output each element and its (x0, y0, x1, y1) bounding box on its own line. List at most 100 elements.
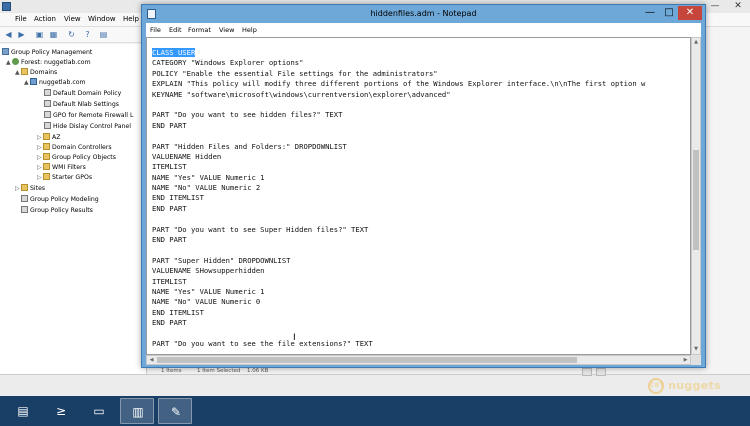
tree-node-gp-results[interactable]: Group Policy Results (15, 206, 93, 216)
menu-view[interactable]: View (219, 26, 234, 34)
tree-node-sites[interactable]: ▷ Sites (15, 184, 45, 194)
mmc-minimize-icon[interactable]: — (707, 0, 723, 12)
mmc-app-icon (2, 2, 11, 11)
tree-node-domains[interactable]: ▲ Domains (15, 68, 57, 78)
text-cursor-icon: I (293, 333, 296, 343)
taskbar-file-explorer[interactable]: ▭ (82, 398, 116, 424)
show-tree-icon[interactable]: ▦ (48, 30, 59, 40)
up-folder-icon[interactable]: ▣ (34, 30, 45, 40)
tree-node-default-domain-policy[interactable]: Default Domain Policy (44, 89, 121, 99)
mmc-menu-window[interactable]: Window (88, 15, 116, 23)
forest-icon (12, 58, 19, 65)
tree-node-gpm[interactable]: Group Policy Management (2, 48, 92, 58)
scroll-left-icon[interactable]: ◀ (147, 356, 156, 364)
back-arrow-icon[interactable]: ◀ (3, 30, 14, 40)
text-line: NAME "Yes" VALUE Numeric 1 (152, 286, 265, 296)
scroll-right-icon[interactable]: ▶ (681, 356, 690, 364)
console-tree: Group Policy Management ▲ Forest: nuggetl… (0, 44, 147, 374)
tree-node-label: Group Policy Modeling (30, 196, 99, 203)
gpo-link-icon (44, 100, 51, 107)
properties-icon[interactable]: ▤ (98, 30, 109, 40)
folder-icon (43, 143, 50, 150)
notepad-text-area[interactable]: CLASS USER CATEGORY "Windows Explorer opt… (146, 37, 691, 355)
text-line: VALUENAME SHowsupperhidden (152, 266, 265, 276)
tree-node-label: Domains (30, 69, 58, 76)
selected-size-text: 1.06 KB (247, 368, 269, 374)
group-policy-icon: ▥ (132, 405, 144, 419)
tree-node-nuggetlab[interactable]: ▲ nuggetlab.com (24, 78, 86, 88)
server-manager-icon: ▤ (17, 404, 29, 418)
text-line: KEYNAME "software\microsoft\windows\curr… (152, 89, 451, 99)
view-toggle-button[interactable] (582, 368, 592, 376)
menu-help[interactable]: Help (242, 26, 257, 34)
tree-node-gpo-remote-firewall[interactable]: GPO for Remote Firewall L (44, 111, 133, 121)
refresh-icon[interactable]: ↻ (66, 30, 77, 40)
notepad-icon: ✎ (170, 405, 182, 419)
vertical-scroll-thumb[interactable] (693, 150, 699, 250)
mmc-menu-view[interactable]: View (64, 15, 81, 23)
folder-icon (21, 184, 28, 191)
help-icon[interactable]: ? (82, 30, 93, 40)
text-line: END PART (152, 120, 187, 130)
tree-node-starter-gpos[interactable]: ▷ Starter GPOs (37, 173, 92, 183)
tree-node-az[interactable]: ▷ AZ (37, 133, 60, 143)
tree-node-label: nuggetlab.com (39, 79, 86, 86)
close-icon[interactable]: ✕ (678, 6, 702, 20)
tree-node-hide-display-cp[interactable]: Hide Dislay Control Panel (44, 122, 131, 132)
view-toggle-button[interactable] (596, 368, 606, 376)
horizontal-scrollbar[interactable]: ◀ ▶ (146, 355, 691, 365)
mmc-status-bar (0, 374, 750, 396)
menu-file[interactable]: File (150, 26, 161, 34)
maximize-icon[interactable]: □ (660, 6, 678, 20)
menu-edit[interactable]: Edit (169, 26, 182, 34)
vertical-scrollbar[interactable]: ▲ ▼ (691, 37, 701, 355)
tree-node-label: Hide Dislay Control Panel (53, 123, 131, 130)
domain-icon (30, 78, 37, 85)
folder-icon (43, 153, 50, 160)
text-line: POLICY "Enable the essential File settin… (152, 68, 438, 78)
mmc-menu-action[interactable]: Action (34, 15, 56, 23)
size-grip[interactable] (691, 355, 701, 365)
folder-icon (43, 163, 50, 170)
mmc-right-pane (700, 27, 750, 374)
tree-node-label: Group Policy Objects (52, 154, 116, 161)
modeling-icon (21, 195, 28, 202)
taskbar-notepad[interactable]: ✎ (158, 398, 192, 424)
text-line: NAME "Yes" VALUE Numeric 1 (152, 172, 265, 182)
details-status-strip: 1 Items 1 Item Selected 1.06 KB (147, 368, 627, 376)
tree-node-gp-modeling[interactable]: Group Policy Modeling (15, 195, 99, 205)
scroll-down-icon[interactable]: ▼ (692, 345, 700, 354)
horizontal-scroll-thumb[interactable] (157, 357, 577, 363)
text-line: PART "Do you want to see hidden files?" … (152, 110, 343, 120)
gpm-icon (2, 48, 9, 55)
forward-arrow-icon[interactable]: ▶ (16, 30, 27, 40)
tree-node-default-nlab-settings[interactable]: Default Nlab Settings (44, 100, 119, 110)
file-explorer-icon: ▭ (93, 404, 105, 418)
text-line (152, 100, 645, 110)
scroll-up-icon[interactable]: ▲ (692, 38, 700, 47)
notepad-title-bar[interactable]: hiddenfiles.adm - Notepad — □ ✕ (142, 5, 705, 23)
menu-format[interactable]: Format (188, 26, 211, 34)
mmc-menu-file[interactable]: File (15, 15, 27, 23)
collapse-arrow-icon[interactable]: ▲ (6, 58, 12, 68)
text-line: END ITEMLIST (152, 193, 204, 203)
tree-node-label: Default Nlab Settings (53, 101, 119, 108)
tree-node-label: Forest: nuggetlab.com (21, 59, 91, 66)
taskbar-server-manager[interactable]: ▤ (6, 398, 40, 424)
notepad-title: hiddenfiles.adm - Notepad (370, 9, 477, 18)
tree-node-wmi-filters[interactable]: ▷ WMI Filters (37, 163, 86, 173)
mmc-close-icon[interactable]: ✕ (730, 0, 746, 12)
taskbar-group-policy[interactable]: ▥ (120, 398, 154, 424)
folder-icon (43, 173, 50, 180)
tree-node-forest[interactable]: ▲ Forest: nuggetlab.com (6, 58, 91, 68)
folder-icon (21, 68, 28, 75)
minimize-icon[interactable]: — (640, 6, 660, 20)
text-line (152, 131, 645, 141)
tree-node-domain-controllers[interactable]: ▷ Domain Controllers (37, 143, 112, 153)
text-line: END PART (152, 235, 187, 245)
mmc-menu-help[interactable]: Help (123, 15, 139, 23)
text-line: CATEGORY "Windows Explorer options" (152, 58, 304, 68)
text-line: VALUENAME Hidden (152, 151, 222, 161)
taskbar-powershell[interactable]: ≥ (44, 398, 78, 424)
tree-node-group-policy-objects[interactable]: ▷ Group Policy Objects (37, 153, 116, 163)
